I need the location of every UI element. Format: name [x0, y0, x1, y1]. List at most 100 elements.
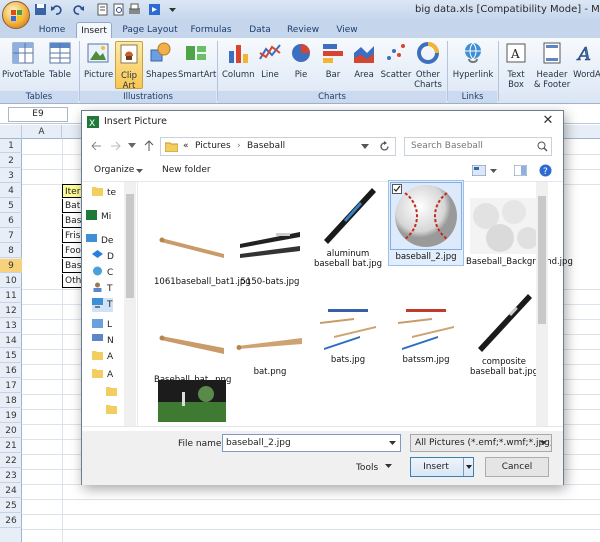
customize-qat-icon[interactable] [166, 3, 179, 16]
textbox-button[interactable]: A Text Box [502, 41, 530, 90]
recent-dropdown-icon[interactable] [128, 143, 136, 149]
nav-item-folder[interactable]: A [92, 368, 113, 382]
address-bar[interactable]: « Pictures › Baseball [160, 137, 396, 156]
dialog-close-button[interactable]: ✕ [541, 114, 555, 128]
line-chart-button[interactable]: Line [256, 41, 284, 80]
file-item[interactable]: composite baseball bat.jpg [466, 288, 542, 377]
file-name-input[interactable]: baseball_2.jpg [222, 434, 401, 452]
undo-icon[interactable] [50, 3, 63, 16]
row-header[interactable]: 5 [0, 199, 22, 213]
column-header-a[interactable]: A [22, 125, 62, 139]
redo-icon[interactable] [72, 3, 85, 16]
office-button[interactable] [2, 1, 30, 29]
file-item-selected[interactable]: baseball_2.jpg [388, 180, 464, 266]
tools-button[interactable]: Tools [344, 459, 404, 477]
row-header[interactable]: 3 [0, 169, 22, 183]
row-header[interactable]: 11 [0, 289, 22, 303]
arrow-right-icon[interactable] [148, 3, 161, 16]
address-dropdown-icon[interactable] [361, 144, 369, 150]
search-icon[interactable] [537, 141, 548, 152]
nav-item-network[interactable]: N [92, 334, 114, 348]
row-header[interactable]: 15 [0, 349, 22, 363]
file-item[interactable] [154, 380, 230, 425]
tab-insert[interactable]: Insert [76, 22, 112, 38]
scatter-chart-button[interactable]: Scatter [380, 41, 412, 80]
nav-item-folder[interactable] [106, 404, 121, 418]
scrollbar-thumb[interactable] [538, 196, 546, 324]
tab-page-layout[interactable]: Page Layout [120, 22, 180, 38]
row-header[interactable]: 4 [0, 184, 22, 198]
row-header[interactable]: 13 [0, 319, 22, 333]
tab-review[interactable]: Review [282, 22, 324, 38]
breadcrumb-overflow[interactable]: « [183, 141, 189, 151]
file-item[interactable]: Baseball_bat_.png [154, 316, 231, 385]
view-dropdown-icon[interactable] [490, 169, 497, 174]
pivottable-button[interactable]: PivotTable [2, 41, 45, 80]
row-header[interactable]: 20 [0, 424, 22, 438]
row-header[interactable]: 12 [0, 304, 22, 318]
file-name-dropdown-icon[interactable] [389, 441, 396, 446]
row-header[interactable]: 19 [0, 409, 22, 423]
row-header[interactable]: 25 [0, 499, 22, 513]
file-item[interactable]: 1061baseball_bat1.jpg [154, 218, 251, 287]
file-item[interactable]: batssm.jpg [388, 306, 464, 365]
nav-item-folder[interactable]: te [92, 186, 116, 200]
row-header[interactable]: 24 [0, 484, 22, 498]
organize-button[interactable]: Organize [94, 165, 134, 175]
row-header[interactable]: 18 [0, 394, 22, 408]
row-header[interactable]: 10 [0, 274, 22, 288]
nav-item-this-pc[interactable]: T [92, 298, 113, 312]
bar-chart-button[interactable]: Bar [320, 41, 346, 80]
picture-button[interactable]: Picture [84, 41, 113, 80]
row-header[interactable]: 23 [0, 469, 22, 483]
nav-item-libraries[interactable]: L [92, 318, 112, 332]
nav-item-desktop[interactable]: De [86, 234, 113, 248]
help-icon[interactable]: ? [539, 164, 552, 177]
row-header[interactable]: 22 [0, 454, 22, 468]
row-header[interactable]: 6 [0, 214, 22, 228]
tab-home[interactable]: Home [34, 22, 70, 38]
file-item[interactable]: bat.png [232, 322, 308, 377]
name-box[interactable]: E9 [8, 107, 68, 122]
table-button[interactable]: Table [46, 41, 74, 80]
row-header[interactable]: 21 [0, 439, 22, 453]
breadcrumb-pictures[interactable]: Pictures [195, 141, 231, 151]
row-header-selected[interactable]: 9 [0, 259, 22, 273]
tab-view[interactable]: View [330, 22, 364, 38]
area-chart-button[interactable]: Area [350, 41, 378, 80]
smartart-button[interactable]: SmartArt [178, 41, 216, 80]
forward-arrow-icon[interactable] [110, 141, 122, 151]
search-input[interactable]: Search Baseball [404, 137, 552, 156]
file-item[interactable]: bats.jpg [310, 306, 386, 365]
clipart-button[interactable]: Clip Art [115, 41, 143, 91]
header-footer-button[interactable]: Header & Footer [532, 41, 572, 90]
organize-dropdown-icon[interactable] [136, 169, 143, 174]
tab-formulas[interactable]: Formulas [186, 22, 236, 38]
open-icon[interactable] [96, 3, 109, 16]
file-item[interactable]: aluminum baseball bat.jpg [310, 184, 386, 269]
nav-item-folder[interactable] [106, 386, 121, 400]
cancel-button[interactable]: Cancel [485, 457, 549, 477]
tab-data[interactable]: Data [244, 22, 276, 38]
nav-item-folder[interactable]: A [92, 350, 113, 364]
view-options-icon[interactable] [472, 165, 486, 176]
row-header[interactable]: 17 [0, 379, 22, 393]
row-header[interactable]: 7 [0, 229, 22, 243]
wordart-button[interactable]: A WordA [572, 41, 600, 80]
nav-item-dropbox[interactable]: D [92, 250, 114, 264]
row-header[interactable]: 1 [0, 139, 22, 153]
nav-item-cloud[interactable]: C [92, 266, 113, 280]
row-header[interactable]: 16 [0, 364, 22, 378]
breadcrumb-baseball[interactable]: Baseball [247, 141, 285, 151]
new-folder-button[interactable]: New folder [162, 165, 211, 175]
file-item[interactable]: Baseball_Background.jpg [466, 198, 573, 267]
back-arrow-icon[interactable] [90, 141, 102, 151]
save-icon[interactable] [34, 3, 47, 16]
hyperlink-button[interactable]: Hyperlink [452, 41, 494, 80]
nav-item-user[interactable]: T [92, 282, 113, 296]
file-list-scrollbar[interactable] [536, 182, 548, 426]
up-arrow-icon[interactable] [144, 140, 154, 152]
refresh-icon[interactable] [379, 141, 390, 152]
select-all-corner[interactable] [0, 125, 22, 139]
insert-button[interactable]: Insert [410, 457, 474, 477]
